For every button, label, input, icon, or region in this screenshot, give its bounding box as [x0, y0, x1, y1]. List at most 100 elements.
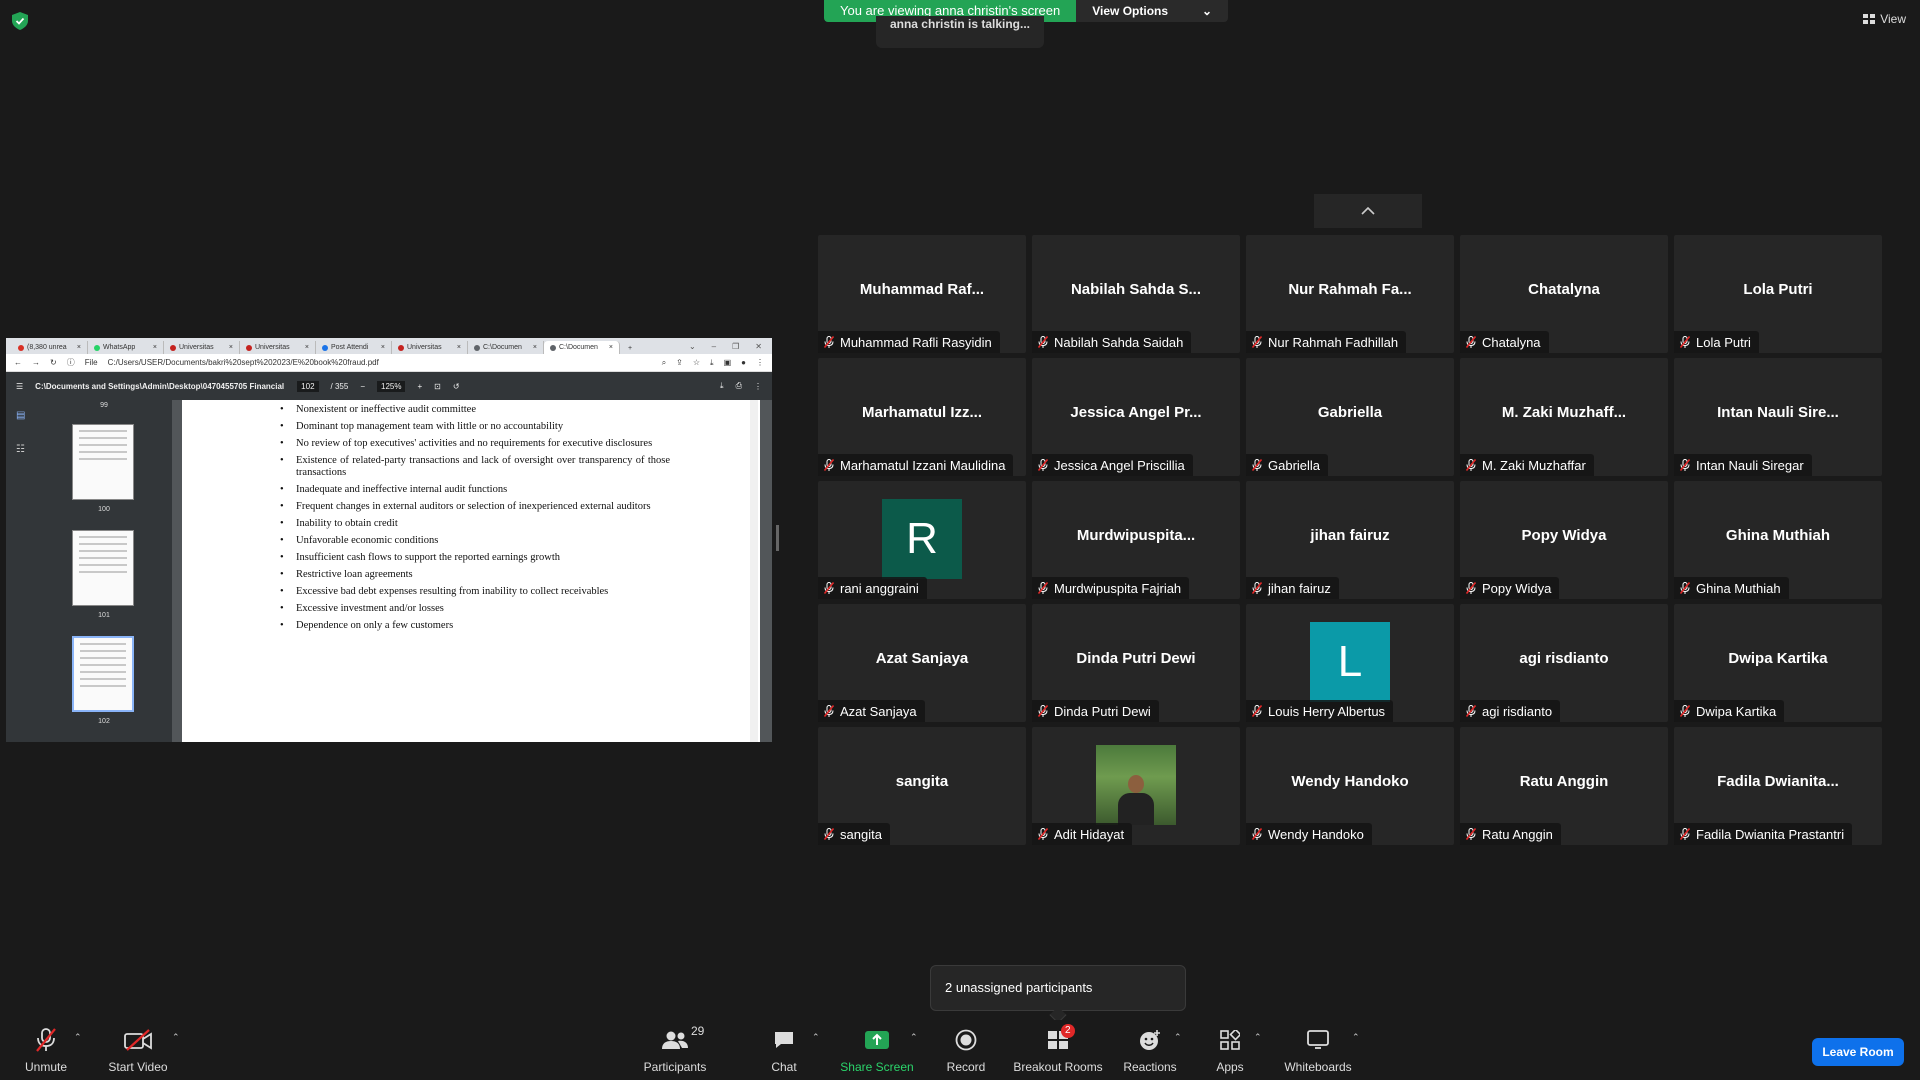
shared-screen[interactable]: (8,380 unrea × WhatsApp × Universitas × Univer… [6, 338, 772, 742]
participant-tile[interactable]: Chatalyna Chatalyna [1460, 235, 1668, 353]
zoom-in-icon[interactable]: + [417, 382, 422, 391]
participant-tile[interactable]: Ghina Muthiah Ghina Muthiah [1674, 481, 1882, 599]
print-icon[interactable]: ⎙ [736, 381, 742, 391]
forward-icon[interactable]: → [32, 358, 40, 367]
participant-tile[interactable]: sangita sangita [818, 727, 1026, 845]
unassigned-participants-tooltip[interactable]: 2 unassigned participants [930, 965, 1186, 1011]
chat-options-caret-icon[interactable]: ⌃ [812, 1032, 820, 1043]
gallery-page-up-button[interactable] [1314, 194, 1422, 228]
browser-tab[interactable]: WhatsApp × [88, 341, 164, 354]
new-tab-button[interactable]: + [620, 345, 640, 354]
browser-tab[interactable]: C:\Documen × [468, 341, 544, 354]
tab-close-icon[interactable]: × [381, 344, 385, 351]
participant-tile[interactable]: Azat Sanjaya Azat Sanjaya [818, 604, 1026, 722]
tab-close-icon[interactable]: × [533, 344, 537, 351]
whiteboards-button[interactable]: Whiteboards [1282, 1026, 1354, 1076]
unmute-button[interactable]: Unmute [22, 1026, 70, 1076]
restore-icon[interactable]: ❐ [732, 342, 739, 351]
tab-close-icon[interactable]: × [77, 344, 81, 351]
browser-tab[interactable]: Universitas × [392, 341, 468, 354]
apps-options-caret-icon[interactable]: ⌃ [1254, 1032, 1262, 1043]
star-icon[interactable]: ☆ [693, 358, 700, 367]
participants-button[interactable]: 29 Participants [640, 1024, 710, 1076]
tab-close-icon[interactable]: × [457, 344, 461, 351]
participant-tile[interactable]: Ratu Anggin Ratu Anggin [1460, 727, 1668, 845]
participant-tile[interactable]: Nur Rahmah Fa... Nur Rahmah Fadhillah [1246, 235, 1454, 353]
page-thumbnail[interactable] [72, 530, 134, 606]
participant-tile[interactable]: Muhammad Raf... Muhammad Rafli Rasyidin [818, 235, 1026, 353]
reactions-button[interactable]: Reactions [1123, 1026, 1177, 1076]
tab-search-icon[interactable]: ⌄ [689, 342, 696, 351]
minimize-icon[interactable]: – [712, 342, 716, 351]
record-button[interactable]: Record [942, 1026, 990, 1076]
share-screen-button[interactable]: Share Screen [840, 1026, 914, 1076]
participant-tile[interactable]: Dwipa Kartika Dwipa Kartika [1674, 604, 1882, 722]
breakout-rooms-button[interactable]: 2 Breakout Rooms [1012, 1024, 1104, 1076]
pdf-more-icon[interactable]: ⋮ [754, 382, 762, 391]
page-number-input[interactable]: 102 [297, 380, 319, 392]
participant-tile[interactable]: Gabriella Gabriella [1246, 358, 1454, 476]
split-resize-handle[interactable] [776, 525, 779, 551]
participant-tile[interactable]: agi risdianto agi risdianto [1460, 604, 1668, 722]
browser-tab[interactable]: C:\Documen × [544, 341, 620, 354]
tab-close-icon[interactable]: × [229, 344, 233, 351]
list-item: Excessive investment and/or losses [280, 603, 670, 615]
page-thumbnail-current[interactable] [72, 636, 134, 712]
url-text[interactable]: C:/Users/USER/Documents/bakri%20sept%202… [108, 358, 652, 367]
tab-close-icon[interactable]: × [609, 344, 613, 351]
pdf-download-icon[interactable]: ⤓ [720, 381, 724, 391]
browser-tab[interactable]: Post Attendi × [316, 341, 392, 354]
browser-tab[interactable]: (8,380 unrea × [12, 341, 88, 354]
tab-close-icon[interactable]: × [153, 344, 157, 351]
share-options-caret-icon[interactable]: ⌃ [910, 1032, 918, 1043]
browser-tab[interactable]: Universitas × [164, 341, 240, 354]
whiteboards-options-caret-icon[interactable]: ⌃ [1352, 1032, 1360, 1043]
tab-close-icon[interactable]: × [305, 344, 309, 351]
pdf-scrollbar[interactable] [750, 400, 758, 742]
leave-room-button[interactable]: Leave Room [1812, 1038, 1904, 1066]
download-icon[interactable]: ⤓ [710, 358, 714, 368]
start-video-button[interactable]: Start Video [106, 1026, 170, 1076]
participant-tile[interactable]: Rrani anggraini [818, 481, 1026, 599]
video-options-caret-icon[interactable]: ⌃ [172, 1032, 180, 1043]
participant-tile[interactable]: Popy Widya Popy Widya [1460, 481, 1668, 599]
participant-tile[interactable]: Marhamatul Izz... Marhamatul Izzani Mauli… [818, 358, 1026, 476]
apps-button[interactable]: Apps [1210, 1026, 1250, 1076]
participant-tile[interactable]: Wendy Handoko Wendy Handoko [1246, 727, 1454, 845]
zoom-icon[interactable]: ⌕ [662, 358, 666, 368]
outline-view-icon[interactable]: ☷ [16, 444, 25, 455]
participant-tile[interactable]: Lola Putri Lola Putri [1674, 235, 1882, 353]
audio-options-caret-icon[interactable]: ⌃ [74, 1032, 82, 1043]
participant-tile[interactable]: Intan Nauli Sire... Intan Nauli Siregar [1674, 358, 1882, 476]
participant-tile[interactable]: Jessica Angel Pr... Jessica Angel Priscil… [1032, 358, 1240, 476]
participant-tile[interactable]: Fadila Dwianita... Fadila Dwianita Prasta… [1674, 727, 1882, 845]
participant-tile[interactable]: jihan fairuz jihan fairuz [1246, 481, 1454, 599]
rotate-icon[interactable]: ↺ [453, 382, 460, 391]
fit-page-icon[interactable]: ⊡ [434, 382, 441, 391]
participant-name-tag: Lola Putri [1674, 331, 1759, 353]
participant-tile[interactable]: Adit Hidayat [1032, 727, 1240, 845]
participant-tile[interactable]: L Louis Herry Albertus [1246, 604, 1454, 722]
reactions-options-caret-icon[interactable]: ⌃ [1174, 1032, 1182, 1043]
reload-icon[interactable]: ↻ [50, 358, 57, 367]
chat-button[interactable]: Chat [764, 1026, 804, 1076]
sidepanel-icon[interactable]: ▣ [724, 358, 732, 367]
participant-tile[interactable]: Dinda Putri Dewi Dinda Putri Dewi [1032, 604, 1240, 722]
view-options-button[interactable]: View Options ⌄ [1076, 0, 1229, 22]
participant-tile[interactable]: Murdwipuspita... Murdwipuspita Fajriah [1032, 481, 1240, 599]
profile-icon[interactable]: ● [741, 358, 746, 367]
close-icon[interactable]: ✕ [755, 342, 762, 351]
participant-tile[interactable]: M. Zaki Muzhaff... M. Zaki Muzhaffar [1460, 358, 1668, 476]
page-thumbnail[interactable] [72, 424, 134, 500]
share-icon[interactable]: ⇪ [676, 358, 683, 367]
participant-tile[interactable]: Nabilah Sahda S... Nabilah Sahda Saidah [1032, 235, 1240, 353]
menu-icon[interactable]: ⋮ [756, 358, 764, 367]
thumbnail-view-icon[interactable]: ▤ [16, 410, 25, 421]
zoom-out-icon[interactable]: − [360, 382, 365, 391]
encryption-shield-icon[interactable] [12, 12, 28, 30]
zoom-level[interactable]: 125% [377, 380, 406, 392]
back-icon[interactable]: ← [14, 358, 22, 367]
view-button[interactable]: View [1863, 12, 1906, 26]
browser-tab[interactable]: Universitas × [240, 341, 316, 354]
hamburger-menu-icon[interactable]: ☰ [16, 382, 23, 391]
